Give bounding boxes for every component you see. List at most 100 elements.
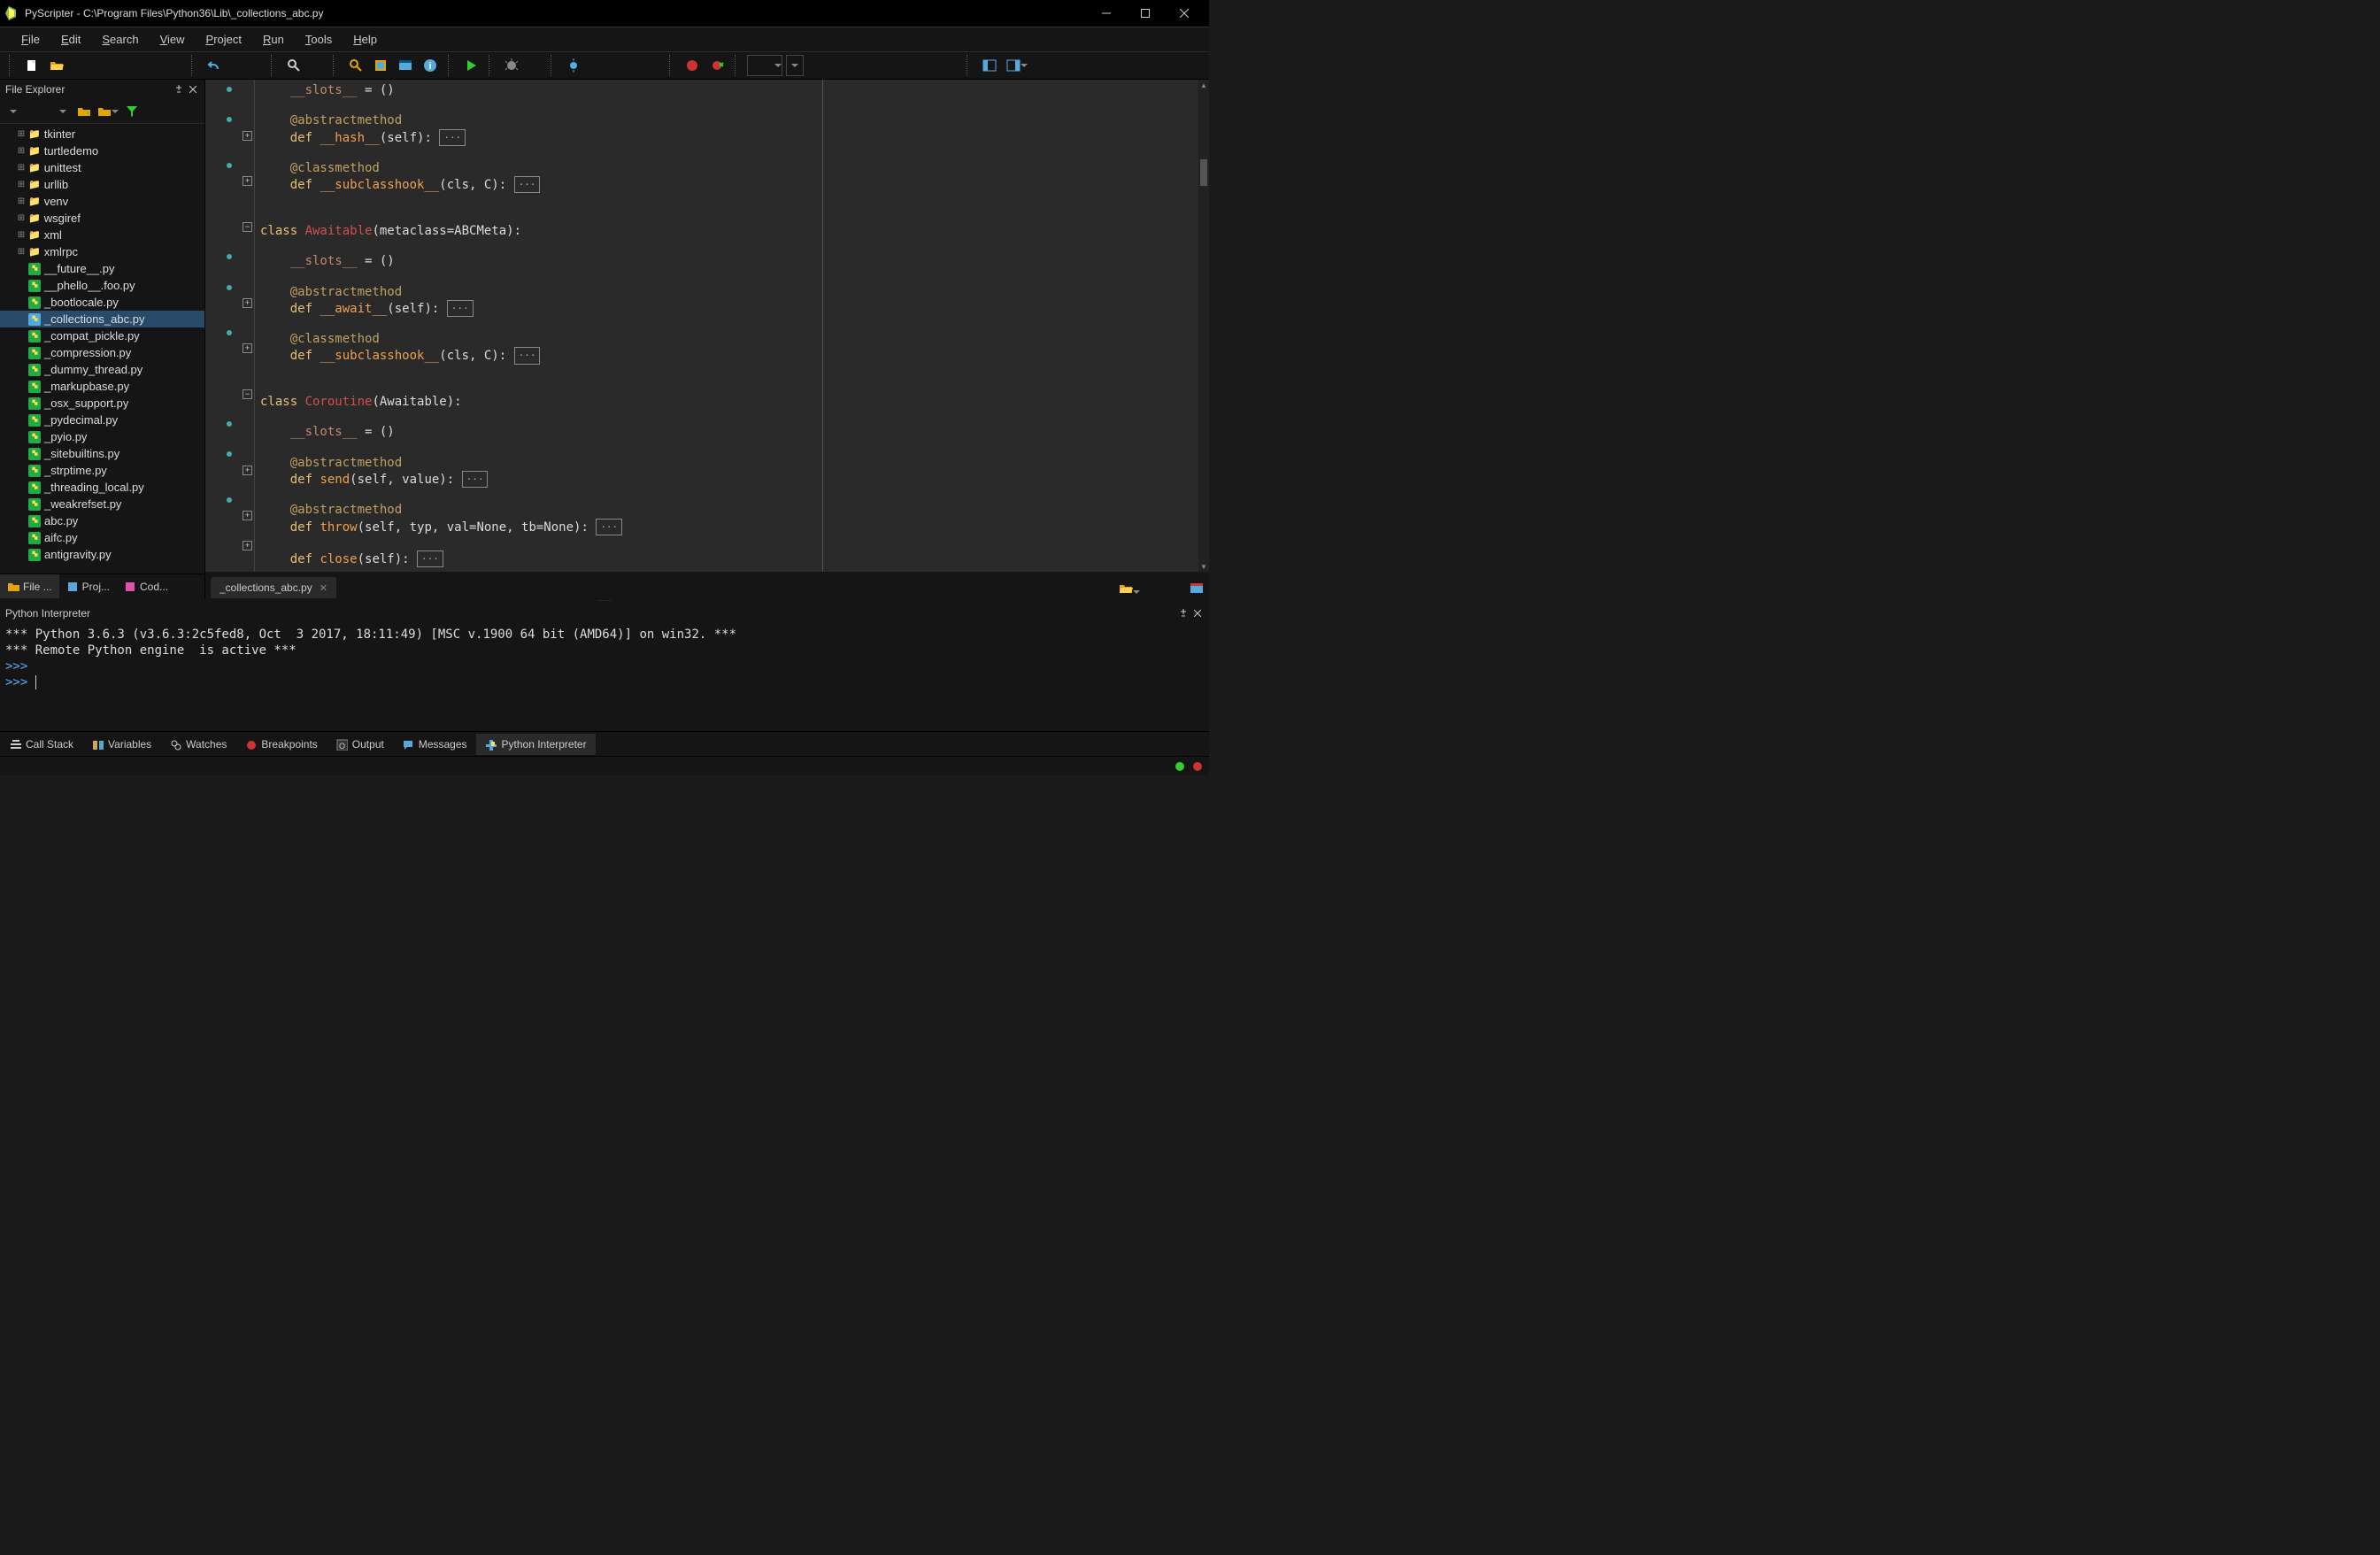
tree-file[interactable]: _bootlocale.py [0, 294, 204, 311]
layout-2-icon[interactable] [1004, 55, 1030, 76]
menu-view[interactable]: View [150, 29, 196, 50]
menu-search[interactable]: Search [91, 29, 149, 50]
app-icon [5, 6, 19, 20]
tree-folder[interactable]: ⊞📁xmlrpc [0, 243, 204, 260]
maximize-button[interactable] [1126, 0, 1165, 27]
editor-tabstrip: _collections_abc.py ✕ [205, 572, 1209, 598]
code-editor[interactable]: + + − + + − + + + __slots__ = () @abstra… [205, 80, 1209, 572]
tree-folder[interactable]: ⊞📁unittest [0, 159, 204, 176]
fold-icon[interactable]: + [243, 511, 252, 520]
undo-icon[interactable] [204, 55, 225, 76]
status-led-red [1193, 762, 1202, 771]
open-file-icon[interactable] [46, 55, 67, 76]
menu-help[interactable]: Help [343, 29, 388, 50]
tree-file[interactable]: antigravity.py [0, 546, 204, 563]
window-icon[interactable] [395, 55, 416, 76]
layout-1-icon[interactable] [979, 55, 1000, 76]
fold-icon[interactable]: + [243, 176, 252, 186]
tree-file[interactable]: _dummy_thread.py [0, 361, 204, 378]
folder-up-icon[interactable] [96, 102, 120, 121]
editor-scrollbar[interactable]: ▲ ▼ [1198, 80, 1209, 572]
stop-icon[interactable] [682, 55, 703, 76]
sidebar-tabs: File ... Proj... Cod... [0, 574, 204, 598]
menu-tools[interactable]: Tools [295, 29, 343, 50]
tree-file[interactable]: _osx_support.py [0, 395, 204, 412]
search-icon[interactable] [283, 55, 304, 76]
tree-file[interactable]: _compression.py [0, 344, 204, 361]
bottom-tab-python-interpreter[interactable]: Python Interpreter [476, 734, 596, 755]
menu-edit[interactable]: Edit [50, 29, 91, 50]
tree-file[interactable]: _threading_local.py [0, 479, 204, 496]
folder-open-icon[interactable] [74, 102, 94, 121]
fold-icon[interactable]: − [243, 389, 252, 399]
fold-icon[interactable]: + [243, 343, 252, 353]
tree-file[interactable]: abc.py [0, 512, 204, 529]
tree-file[interactable]: __phello__.foo.py [0, 277, 204, 294]
bottom-tab-breakpoints[interactable]: Breakpoints [235, 734, 326, 755]
interpreter-body[interactable]: *** Python 3.6.3 (v3.6.3:2c5fed8, Oct 3 … [0, 623, 1209, 731]
fold-icon[interactable]: + [243, 541, 252, 550]
menu-project[interactable]: Project [196, 29, 252, 50]
nav-dropdown[interactable] [4, 102, 23, 121]
info-icon[interactable]: i [420, 55, 441, 76]
file-explorer-header: File Explorer [0, 80, 204, 99]
fold-icon[interactable]: + [243, 298, 252, 308]
tree-file[interactable]: _strptime.py [0, 462, 204, 479]
open-folder-icon[interactable] [1119, 581, 1145, 598]
module-icon[interactable] [370, 55, 391, 76]
filter-icon[interactable] [122, 102, 142, 121]
pin-icon[interactable] [1177, 607, 1190, 620]
tree-folder[interactable]: ⊞📁turtledemo [0, 142, 204, 159]
tree-file[interactable]: _markupbase.py [0, 378, 204, 395]
dropdown-2[interactable] [786, 55, 804, 76]
window-title: PyScripter - C:\Program Files\Python36\L… [25, 7, 1087, 19]
fold-icon[interactable]: − [243, 222, 252, 232]
tree-file[interactable]: _compat_pickle.py [0, 327, 204, 344]
window-list-icon[interactable] [1190, 581, 1204, 598]
toggle-breakpoint-icon[interactable] [563, 55, 584, 76]
dropdown-1[interactable] [747, 55, 782, 76]
tree-file[interactable]: aifc.py [0, 529, 204, 546]
bottom-tab-messages[interactable]: Messages [393, 734, 476, 755]
tree-folder[interactable]: ⊞📁wsgiref [0, 210, 204, 227]
tree-file[interactable]: _sitebuiltins.py [0, 445, 204, 462]
tree-file[interactable]: _weakrefset.py [0, 496, 204, 512]
bottom-tab-output[interactable]: OOutput [327, 734, 393, 755]
tree-file[interactable]: _collections_abc.py [0, 311, 204, 327]
close-panel-icon[interactable] [1191, 607, 1204, 620]
sidebar-tab-project[interactable]: Proj... [59, 574, 117, 598]
fold-icon[interactable]: + [243, 466, 252, 475]
bottom-tab-call-stack[interactable]: Call Stack [0, 734, 82, 755]
statusbar [0, 756, 1209, 775]
close-tab-icon[interactable]: ✕ [320, 582, 327, 594]
bottom-tab-watches[interactable]: Watches [160, 734, 235, 755]
pin-icon[interactable] [173, 83, 185, 96]
abort-icon[interactable] [706, 55, 728, 76]
sidebar-tab-file[interactable]: File ... [0, 574, 59, 598]
bottom-tab-variables[interactable]: Variables [82, 734, 160, 755]
tree-file[interactable]: _pydecimal.py [0, 412, 204, 428]
debug-icon[interactable] [501, 55, 522, 76]
close-panel-icon[interactable] [187, 83, 199, 96]
fold-icon[interactable]: + [243, 131, 252, 141]
run-icon[interactable] [460, 55, 481, 76]
tree-folder[interactable]: ⊞📁venv [0, 193, 204, 210]
tree-folder[interactable]: ⊞📁xml [0, 227, 204, 243]
file-tree[interactable]: ⊞📁tkinter⊞📁turtledemo⊞📁unittest⊞📁urllib⊞… [0, 124, 204, 574]
code-content[interactable]: __slots__ = () @abstractmethod def __has… [255, 80, 1198, 572]
menu-run[interactable]: Run [252, 29, 295, 50]
sidebar-tab-code[interactable]: Cod... [117, 574, 175, 598]
tree-file[interactable]: _pyio.py [0, 428, 204, 445]
minimize-button[interactable] [1087, 0, 1126, 27]
new-file-icon[interactable] [21, 55, 42, 76]
tree-folder[interactable]: ⊞📁urllib [0, 176, 204, 193]
interpreter-panel: Python Interpreter *** Python 3.6.3 (v3.… [0, 604, 1209, 731]
tree-file[interactable]: __future__.py [0, 260, 204, 277]
menu-file[interactable]: File [11, 29, 50, 50]
syntax-check-icon[interactable] [345, 55, 366, 76]
menubar: File Edit Search View Project Run Tools … [0, 27, 1209, 51]
close-button[interactable] [1165, 0, 1204, 27]
nav-dropdown-2[interactable] [53, 102, 73, 121]
tree-folder[interactable]: ⊞📁tkinter [0, 126, 204, 142]
editor-tab[interactable]: _collections_abc.py ✕ [211, 577, 336, 598]
